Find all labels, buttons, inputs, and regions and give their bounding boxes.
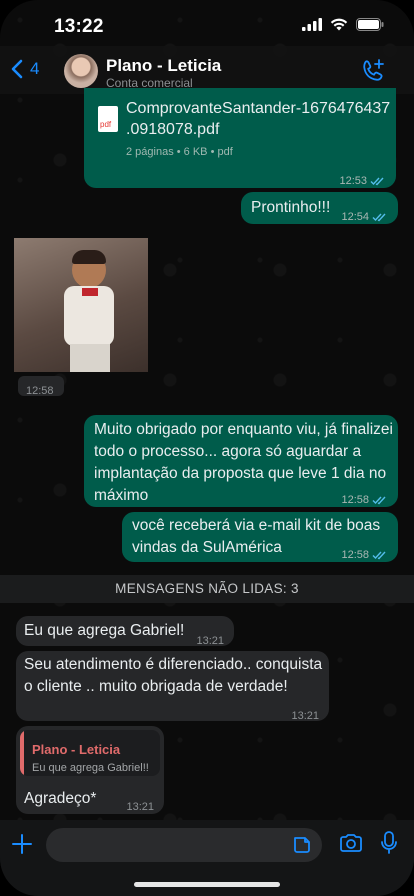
document-filename-line1: ComprovanteSantander-1676476437 xyxy=(126,100,391,117)
quoted-message[interactable]: Plano - Leticia Eu que agrega Gabriel!! xyxy=(20,730,160,776)
message-time: 12:58 xyxy=(26,385,54,397)
message-meta: 12:54 xyxy=(341,206,388,228)
microphone-icon xyxy=(381,831,397,854)
pdf-icon: pdf xyxy=(98,106,118,132)
outgoing-message[interactable]: Prontinho!!! 12:54 xyxy=(241,192,398,224)
microphone-button[interactable] xyxy=(380,831,398,860)
message-meta: 12:58 xyxy=(341,544,388,566)
outgoing-message[interactable]: Muito obrigado por enquanto viu, já fina… xyxy=(84,415,398,507)
message-meta: 12:58 xyxy=(341,489,388,511)
camera-button[interactable] xyxy=(339,833,363,858)
signal-icon xyxy=(302,18,322,31)
read-ticks-icon xyxy=(372,496,386,505)
message-text: Prontinho!!! xyxy=(251,199,331,216)
message-time: 12:53 xyxy=(339,175,367,187)
plus-icon xyxy=(12,834,32,854)
message-text: Seu atendimento é diferenciado.. conquis… xyxy=(24,656,323,695)
message-time: 13:21 xyxy=(291,710,319,722)
incoming-message[interactable]: Seu atendimento é diferenciado.. conquis… xyxy=(16,651,329,722)
add-call-icon xyxy=(363,59,384,81)
gif-person-hair xyxy=(72,250,106,264)
sticker-button[interactable] xyxy=(292,835,312,860)
message-time: 13:21 xyxy=(196,635,224,647)
wifi-icon xyxy=(330,18,348,31)
message-input[interactable] xyxy=(46,828,322,862)
battery-icon xyxy=(356,18,384,31)
document-filename-line2: .0918078.pdf xyxy=(126,121,220,138)
chat-screen: 13:22 4 Plano - Leticia Conta comercial … xyxy=(0,0,414,896)
contact-avatar[interactable] xyxy=(64,54,98,88)
status-bar: 13:22 xyxy=(0,0,414,50)
gif-person-bowtie xyxy=(82,288,98,296)
attach-button[interactable] xyxy=(10,832,34,861)
read-ticks-icon xyxy=(372,551,386,560)
message-text: Agradeço* xyxy=(24,790,97,807)
gif-time-badge: 12:58 xyxy=(18,376,64,397)
status-time: 13:22 xyxy=(54,16,104,37)
document-info: 2 páginas • 6 KB • pdf xyxy=(126,146,233,158)
incoming-reply-message[interactable]: Plano - Leticia Eu que agrega Gabriel!! … xyxy=(16,726,164,814)
gif-person-legs xyxy=(70,344,110,372)
unread-chats-count: 4 xyxy=(30,59,40,78)
gif-image[interactable] xyxy=(14,238,148,372)
document-message[interactable]: pdf ComprovanteSantander-1676476437 .091… xyxy=(84,88,396,188)
outgoing-message[interactable]: você receberá via e-mail kit de boas vin… xyxy=(122,512,398,562)
message-meta: 12:53 xyxy=(339,170,386,192)
back-button[interactable]: 4 xyxy=(10,59,39,79)
quote-accent-bar xyxy=(20,730,24,776)
quote-text: Eu que agrega Gabriel!! xyxy=(32,762,149,774)
read-ticks-icon xyxy=(372,213,386,222)
message-time: 13:21 xyxy=(126,801,154,813)
message-time: 12:58 xyxy=(341,494,369,506)
home-indicator[interactable] xyxy=(134,882,280,887)
add-call-button[interactable] xyxy=(360,58,386,89)
back-chevron-icon xyxy=(11,59,23,79)
read-ticks-icon xyxy=(370,177,384,186)
message-text: Eu que agrega Gabriel! xyxy=(24,622,185,639)
chat-header: 4 Plano - Leticia Conta comercial xyxy=(0,46,414,94)
pdf-badge: pdf xyxy=(100,120,112,129)
incoming-message[interactable]: Eu que agrega Gabriel! 13:21 xyxy=(16,616,234,647)
sticker-icon xyxy=(294,837,310,853)
unread-divider: MENSAGENS NÃO LIDAS: 3 xyxy=(0,575,414,603)
message-time: 12:58 xyxy=(341,549,369,561)
status-icons xyxy=(302,18,384,31)
camera-icon xyxy=(340,834,362,852)
message-time: 12:54 xyxy=(341,211,369,223)
contact-name[interactable]: Plano - Leticia xyxy=(106,56,221,76)
